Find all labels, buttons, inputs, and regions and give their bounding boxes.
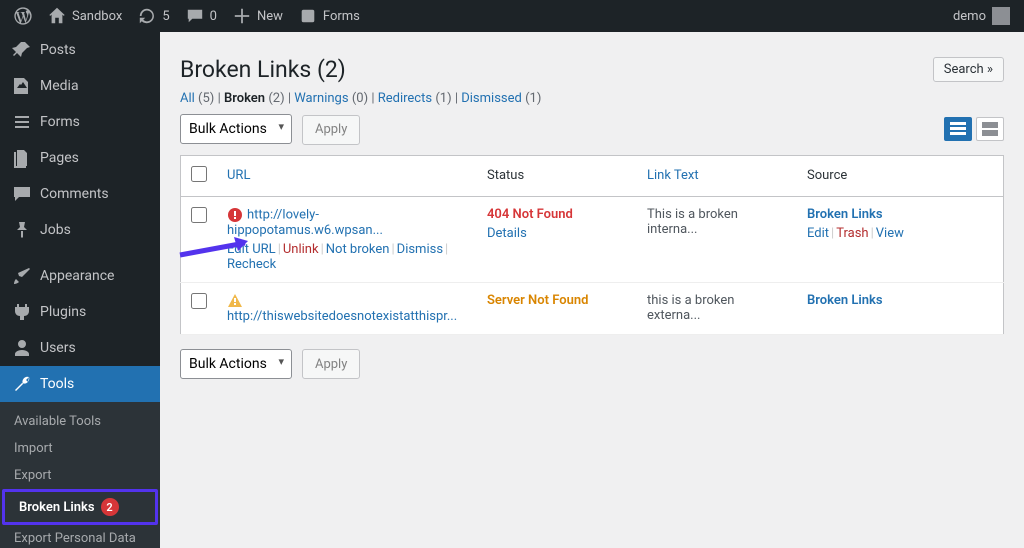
row1-source[interactable]: Broken Links — [807, 207, 883, 222]
user-account[interactable]: demo — [945, 0, 1018, 32]
media-icon — [12, 76, 32, 96]
new-label: New — [257, 9, 283, 24]
sidebar-item-forms[interactable]: Forms — [0, 104, 160, 140]
table-row: http://lovely-hippopotamus.w6.wpsan... E… — [181, 196, 1004, 282]
col-linktext[interactable]: Link Text — [647, 168, 699, 183]
pin2-icon — [12, 220, 32, 240]
updates-count: 5 — [162, 9, 169, 24]
filter-warnings[interactable]: Warnings — [294, 91, 348, 106]
action-dismiss[interactable]: Dismiss — [397, 242, 443, 257]
row-checkbox[interactable] — [191, 293, 207, 309]
view-list-button[interactable] — [944, 117, 972, 141]
home-icon — [48, 7, 66, 25]
avatar — [992, 7, 1010, 25]
user-name: demo — [953, 9, 986, 24]
user-icon — [12, 338, 32, 358]
site-name-label: Sandbox — [72, 9, 122, 24]
row-checkbox[interactable] — [191, 207, 207, 223]
wrench-icon — [12, 374, 32, 394]
pin-icon — [12, 40, 32, 60]
row2-source[interactable]: Broken Links — [807, 293, 883, 308]
plugin-icon — [12, 302, 32, 322]
sidebar-item-jobs[interactable]: Jobs — [0, 212, 160, 248]
action-unlink[interactable]: Unlink — [283, 242, 319, 257]
view-excerpt-button[interactable] — [976, 117, 1004, 141]
row2-status: Server Not Found — [487, 293, 588, 308]
action-edit-url[interactable]: Edit URL — [227, 242, 276, 257]
plus-icon — [233, 7, 251, 25]
sidebar-item-plugins[interactable]: Plugins — [0, 294, 160, 330]
col-status: Status — [477, 155, 637, 196]
row1-url-actions: Edit URL|Unlink|Not broken|Dismiss|Reche… — [227, 242, 467, 272]
row2-linktext: this is a broken externa... — [637, 282, 797, 334]
comments-count: 0 — [210, 9, 217, 24]
action-src-view[interactable]: View — [876, 226, 904, 241]
new-content[interactable]: New — [225, 0, 291, 32]
refresh-icon — [138, 7, 156, 25]
row1-url[interactable]: http://lovely-hippopotamus.w6.wpsan... — [227, 207, 383, 238]
action-details[interactable]: Details — [487, 226, 527, 241]
row2-url[interactable]: http://thiswebsitedoesnotexistatthispr..… — [227, 309, 457, 324]
filter-links: All (5) | Broken (2) | Warnings (0) | Re… — [180, 91, 1004, 106]
sidebar-item-posts[interactable]: Posts — [0, 32, 160, 68]
action-src-trash[interactable]: Trash — [836, 226, 868, 241]
submenu-available-tools[interactable]: Available Tools — [0, 408, 160, 435]
sidebar-item-pages[interactable]: Pages — [0, 140, 160, 176]
error-icon — [227, 207, 243, 223]
action-src-edit[interactable]: Edit — [807, 226, 829, 241]
broken-links-highlight: Broken Links2 — [2, 489, 158, 525]
filter-all[interactable]: All — [180, 91, 195, 106]
submenu-export-personal[interactable]: Export Personal Data — [0, 525, 160, 548]
warning-icon — [227, 293, 243, 309]
content-area: Broken Links (2) Search » All (5) | Brok… — [160, 32, 1024, 548]
sidebar-item-users[interactable]: Users — [0, 330, 160, 366]
tools-submenu: Available Tools Import Export Broken Lin… — [0, 402, 160, 548]
pages-icon — [12, 148, 32, 168]
filter-redirects[interactable]: Redirects — [378, 91, 432, 106]
comment-icon — [186, 7, 204, 25]
forms-icon — [299, 7, 317, 25]
sidebar-item-appearance[interactable]: Appearance — [0, 258, 160, 294]
forms-menu[interactable]: Forms — [291, 0, 368, 32]
col-source: Source — [797, 155, 1004, 196]
action-recheck[interactable]: Recheck — [227, 257, 276, 272]
action-not-broken[interactable]: Not broken — [326, 242, 390, 257]
col-url[interactable]: URL — [227, 168, 250, 183]
broken-links-badge: 2 — [101, 498, 119, 516]
list-icon — [12, 112, 32, 132]
comments[interactable]: 0 — [178, 0, 225, 32]
sidebar-item-comments[interactable]: Comments — [0, 176, 160, 212]
wordpress-icon — [14, 7, 32, 25]
select-all-checkbox[interactable] — [191, 166, 207, 182]
apply-button-top[interactable]: Apply — [302, 115, 360, 145]
sidebar-item-tools[interactable]: Tools — [0, 366, 160, 402]
filter-broken[interactable]: Broken — [224, 91, 265, 106]
search-button[interactable]: Search » — [933, 57, 1004, 82]
bulk-actions-select[interactable]: Bulk Actions — [180, 114, 292, 144]
apply-button-bottom[interactable]: Apply — [302, 349, 360, 379]
row1-linktext: This is a broken interna... — [637, 196, 797, 282]
admin-sidebar: Posts Media Forms Pages Comments Jobs Ap… — [0, 32, 160, 548]
wp-logo[interactable] — [6, 0, 40, 32]
links-table: URL Status Link Text Source http://lovel… — [180, 155, 1004, 335]
submenu-broken-links[interactable]: Broken Links2 — [5, 492, 155, 522]
row1-status: 404 Not Found — [487, 207, 573, 222]
submenu-import[interactable]: Import — [0, 435, 160, 462]
table-row: http://thiswebsitedoesnotexistatthispr..… — [181, 282, 1004, 334]
submenu-export[interactable]: Export — [0, 462, 160, 489]
forms-label: Forms — [323, 9, 360, 24]
brush-icon — [12, 266, 32, 286]
filter-dismissed[interactable]: Dismissed — [461, 91, 522, 106]
updates[interactable]: 5 — [130, 0, 177, 32]
admin-bar: Sandbox 5 0 New Forms demo — [0, 0, 1024, 32]
site-name[interactable]: Sandbox — [40, 0, 130, 32]
page-title: Broken Links (2) — [180, 56, 346, 83]
comment-icon — [12, 184, 32, 204]
sidebar-item-media[interactable]: Media — [0, 68, 160, 104]
bulk-actions-select-bottom[interactable]: Bulk Actions — [180, 349, 292, 379]
